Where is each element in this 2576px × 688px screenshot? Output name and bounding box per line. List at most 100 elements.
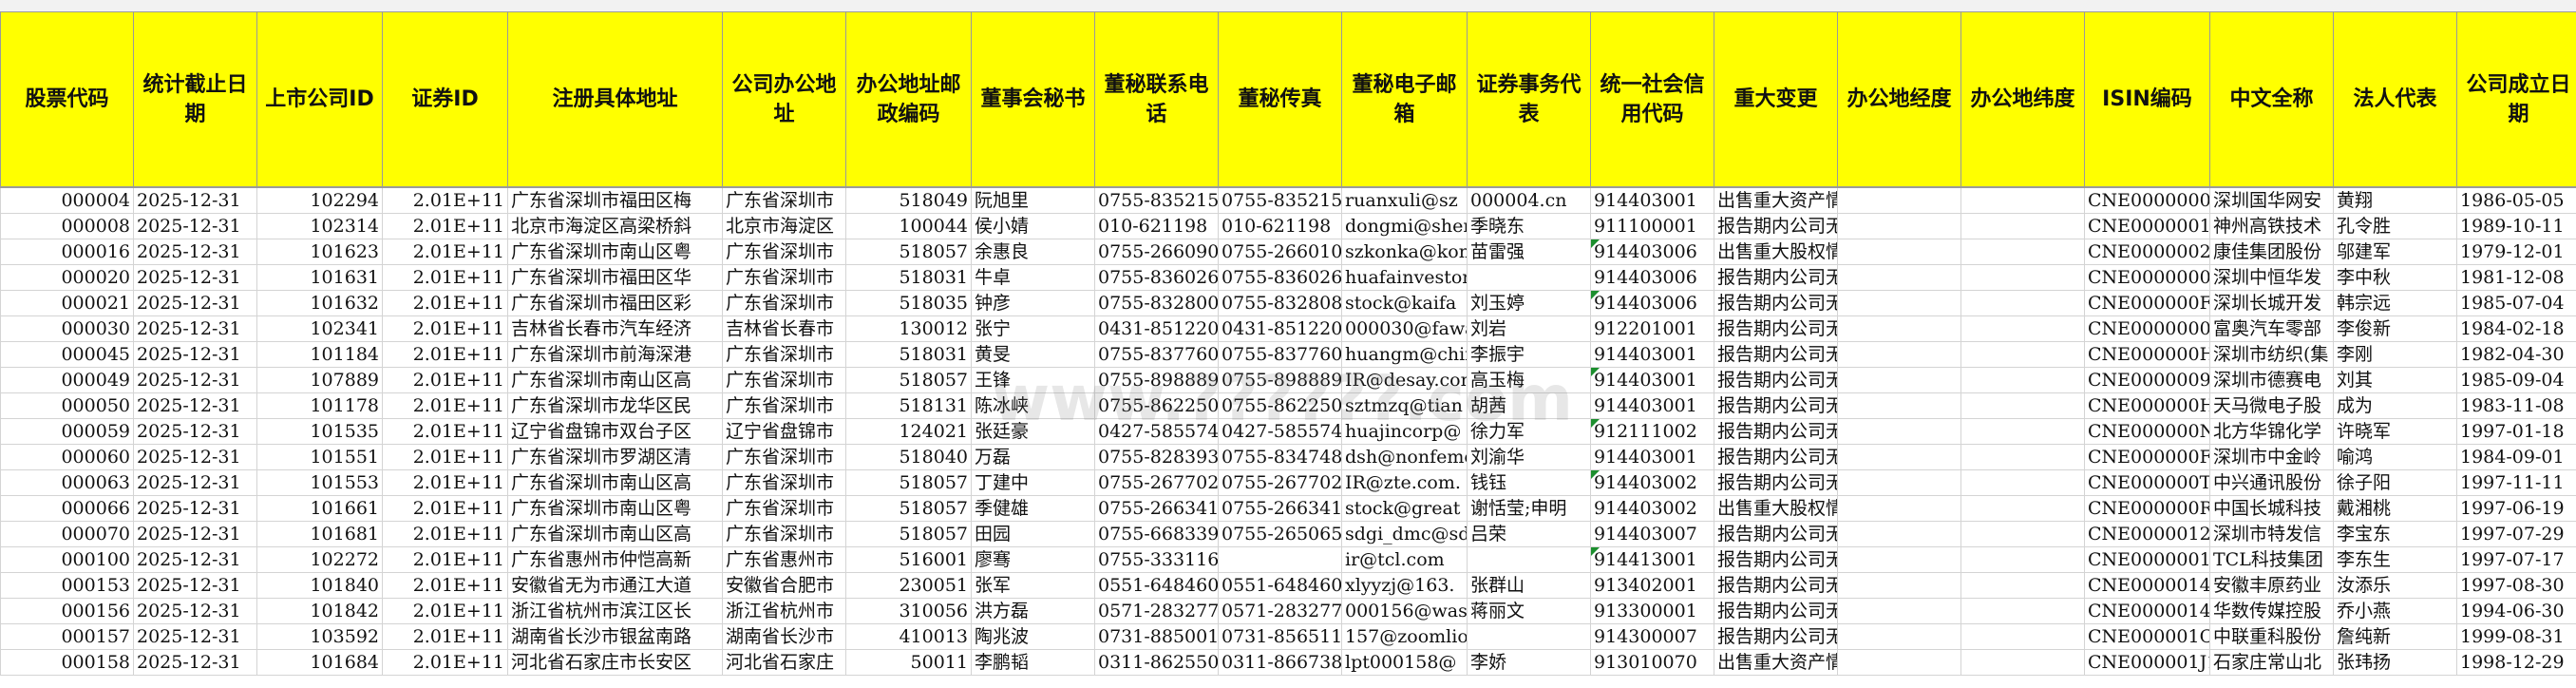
table-cell[interactable]: 0755-832808 <box>1218 290 1342 316</box>
table-row[interactable]: 000049 2025-12-31 107889 2.01E+11 广东省深圳市南山区高… <box>0 367 2576 393</box>
table-cell[interactable]: 1997-01-18 <box>2456 418 2576 445</box>
table-cell[interactable]: 914403006 <box>1590 239 1714 265</box>
table-cell[interactable]: 0755-266010 <box>1218 239 1342 265</box>
table-cell[interactable]: 914403002 <box>1590 495 1714 522</box>
table-cell[interactable]: 0755-837760 <box>1218 341 1342 368</box>
column-header[interactable]: 上市公司ID <box>256 11 383 188</box>
table-cell[interactable]: 000156@wasu <box>1341 598 1468 624</box>
table-cell[interactable]: stock@kaifa <box>1341 290 1468 316</box>
table-cell[interactable] <box>1837 623 1961 650</box>
table-cell[interactable]: 出售重大股权情况:交易对方:湖南高速 <box>1714 495 1838 522</box>
table-cell[interactable]: 北京市海淀区高梁桥斜 <box>507 213 723 239</box>
table-cell[interactable] <box>1837 444 1961 470</box>
table-cell[interactable]: 出售重大资产情况:交易对方:高阳县世 <box>1714 649 1838 676</box>
table-cell[interactable]: CNE0000001C <box>2084 213 2210 239</box>
table-cell[interactable]: 912111002 <box>1590 418 1714 445</box>
table-cell[interactable]: 北京市海淀区 <box>722 213 846 239</box>
column-header[interactable]: 重大变更 <box>1714 11 1838 188</box>
table-cell[interactable]: 101631 <box>256 264 383 291</box>
table-cell[interactable]: 报告期内公司无收购及出售资产、吸收合 <box>1714 521 1838 547</box>
table-cell[interactable]: CNE0000000V <box>2084 186 2210 214</box>
table-cell[interactable]: 2025-12-31 <box>133 290 257 316</box>
table-cell[interactable]: CNE0000014Q <box>2084 572 2210 599</box>
table-cell[interactable]: 2.01E+11 <box>382 264 508 291</box>
table-cell[interactable]: 洪方磊 <box>971 598 1095 624</box>
table-cell[interactable]: 518035 <box>845 290 972 316</box>
table-cell[interactable]: 报告期内公司无收购及出售资产、吸收合 <box>1714 392 1838 419</box>
table-cell[interactable]: 报告期内公司无收购及出售资产、吸收合 <box>1714 444 1838 470</box>
table-cell[interactable]: CNE0000000Q <box>2084 264 2210 291</box>
table-cell[interactable]: 1989-10-11 <box>2456 213 2576 239</box>
table-row[interactable]: 000158 2025-12-31 101684 2.01E+11 河北省石家庄市长安区… <box>0 649 2576 676</box>
table-cell[interactable]: 广东省惠州市仲恺高新 <box>507 546 723 573</box>
table-cell[interactable]: 喻鸿 <box>2333 444 2457 470</box>
table-cell[interactable]: 2.01E+11 <box>382 392 508 419</box>
table-cell[interactable]: 广东省惠州市 <box>722 546 846 573</box>
table-cell[interactable]: 0755-832800 <box>1094 290 1219 316</box>
table-cell[interactable]: 0551-648460 <box>1218 572 1342 599</box>
table-cell[interactable]: 报告期内公司无收购及出售资产、吸收合 <box>1714 315 1838 342</box>
table-cell[interactable]: 报告期内公司无收购及出售资产、吸收合 <box>1714 598 1838 624</box>
table-cell[interactable] <box>1837 649 1961 676</box>
table-cell[interactable] <box>1960 367 2085 393</box>
table-cell[interactable]: 0427-585574 <box>1218 418 1342 445</box>
table-cell[interactable]: 1983-11-08 <box>2456 392 2576 419</box>
table-cell[interactable] <box>1960 469 2085 496</box>
table-cell[interactable]: 黄翔 <box>2333 186 2457 214</box>
table-cell[interactable]: 广东省深圳市 <box>722 367 846 393</box>
table-cell[interactable]: 102294 <box>256 186 383 214</box>
table-cell[interactable]: 万磊 <box>971 444 1095 470</box>
table-cell[interactable]: 2025-12-31 <box>133 469 257 496</box>
table-cell[interactable]: 广东省深圳市南山区粤 <box>507 239 723 265</box>
table-row[interactable]: 000059 2025-12-31 101535 2.01E+11 辽宁省盘锦市双台子区… <box>0 418 2576 445</box>
table-cell[interactable] <box>1837 598 1961 624</box>
column-header[interactable]: 证券事务代表 <box>1467 11 1591 188</box>
table-cell[interactable]: CNE000000FP <box>2084 290 2210 316</box>
table-cell[interactable]: 刘其 <box>2333 367 2457 393</box>
table-cell[interactable]: CNE000001J1 <box>2084 649 2210 676</box>
table-cell[interactable]: 518057 <box>845 367 972 393</box>
table-cell[interactable]: ir@tcl.com <box>1341 546 1468 573</box>
table-cell[interactable] <box>1467 623 1591 650</box>
table-cell[interactable]: 李俊新 <box>2333 315 2457 342</box>
table-cell[interactable]: 107889 <box>256 367 383 393</box>
table-cell[interactable]: 1986-05-05 <box>2456 186 2576 214</box>
column-header[interactable]: 董秘电子邮箱 <box>1341 11 1468 188</box>
table-cell[interactable]: 2.01E+11 <box>382 649 508 676</box>
table-cell[interactable]: 516001 <box>845 546 972 573</box>
table-cell[interactable]: 田园 <box>971 521 1095 547</box>
table-cell[interactable] <box>1960 444 2085 470</box>
table-row[interactable]: 000004 2025-12-31 102294 2.01E+11 广东省深圳市福田区梅… <box>0 186 2576 214</box>
table-row[interactable]: 000066 2025-12-31 101661 2.01E+11 广东省深圳市南山区粤… <box>0 495 2576 522</box>
table-cell[interactable]: 2025-12-31 <box>133 367 257 393</box>
table-cell[interactable]: 914413001 <box>1590 546 1714 573</box>
table-row[interactable]: 000030 2025-12-31 102341 2.01E+11 吉林省长春市汽车经济… <box>0 315 2576 342</box>
table-cell[interactable] <box>1960 623 2085 650</box>
table-cell[interactable]: 中国长城科技 <box>2209 495 2334 522</box>
table-cell[interactable]: 1999-08-31 <box>2456 623 2576 650</box>
table-cell[interactable]: 2.01E+11 <box>382 367 508 393</box>
table-cell[interactable]: 1979-12-01 <box>2456 239 2576 265</box>
table-cell[interactable]: 许晓军 <box>2333 418 2457 445</box>
table-cell[interactable]: 1997-07-29 <box>2456 521 2576 547</box>
table-cell[interactable]: 518057 <box>845 239 972 265</box>
table-cell[interactable]: 914403001 <box>1590 341 1714 368</box>
table-cell[interactable]: 深圳市德赛电 <box>2209 367 2334 393</box>
table-cell[interactable]: 914403007 <box>1590 521 1714 547</box>
table-cell[interactable]: 广东省深圳市 <box>722 392 846 419</box>
table-cell[interactable]: 刘岩 <box>1467 315 1591 342</box>
column-header[interactable]: 办公地址邮政编码 <box>845 11 972 188</box>
table-cell[interactable]: 浙江省杭州市 <box>722 598 846 624</box>
table-cell[interactable] <box>1960 290 2085 316</box>
table-cell[interactable]: 2025-12-31 <box>133 649 257 676</box>
table-cell[interactable]: 报告期内公司无收购及出售资产、吸收合 <box>1714 546 1838 573</box>
table-row[interactable]: 000050 2025-12-31 101178 2.01E+11 广东省深圳市龙华区民… <box>0 392 2576 419</box>
table-cell[interactable]: 0755-836026 <box>1218 264 1342 291</box>
table-row[interactable]: 000070 2025-12-31 101681 2.01E+11 广东省深圳市南山区高… <box>0 521 2576 547</box>
table-cell[interactable]: 410013 <box>845 623 972 650</box>
table-cell[interactable]: 报告期内公司无收购及出售资产、吸收合 <box>1714 418 1838 445</box>
table-cell[interactable]: 广东省深圳市 <box>722 264 846 291</box>
table-cell[interactable]: 2025-12-31 <box>133 186 257 214</box>
table-cell[interactable]: 徐子阳 <box>2333 469 2457 496</box>
table-cell[interactable]: 101632 <box>256 290 383 316</box>
